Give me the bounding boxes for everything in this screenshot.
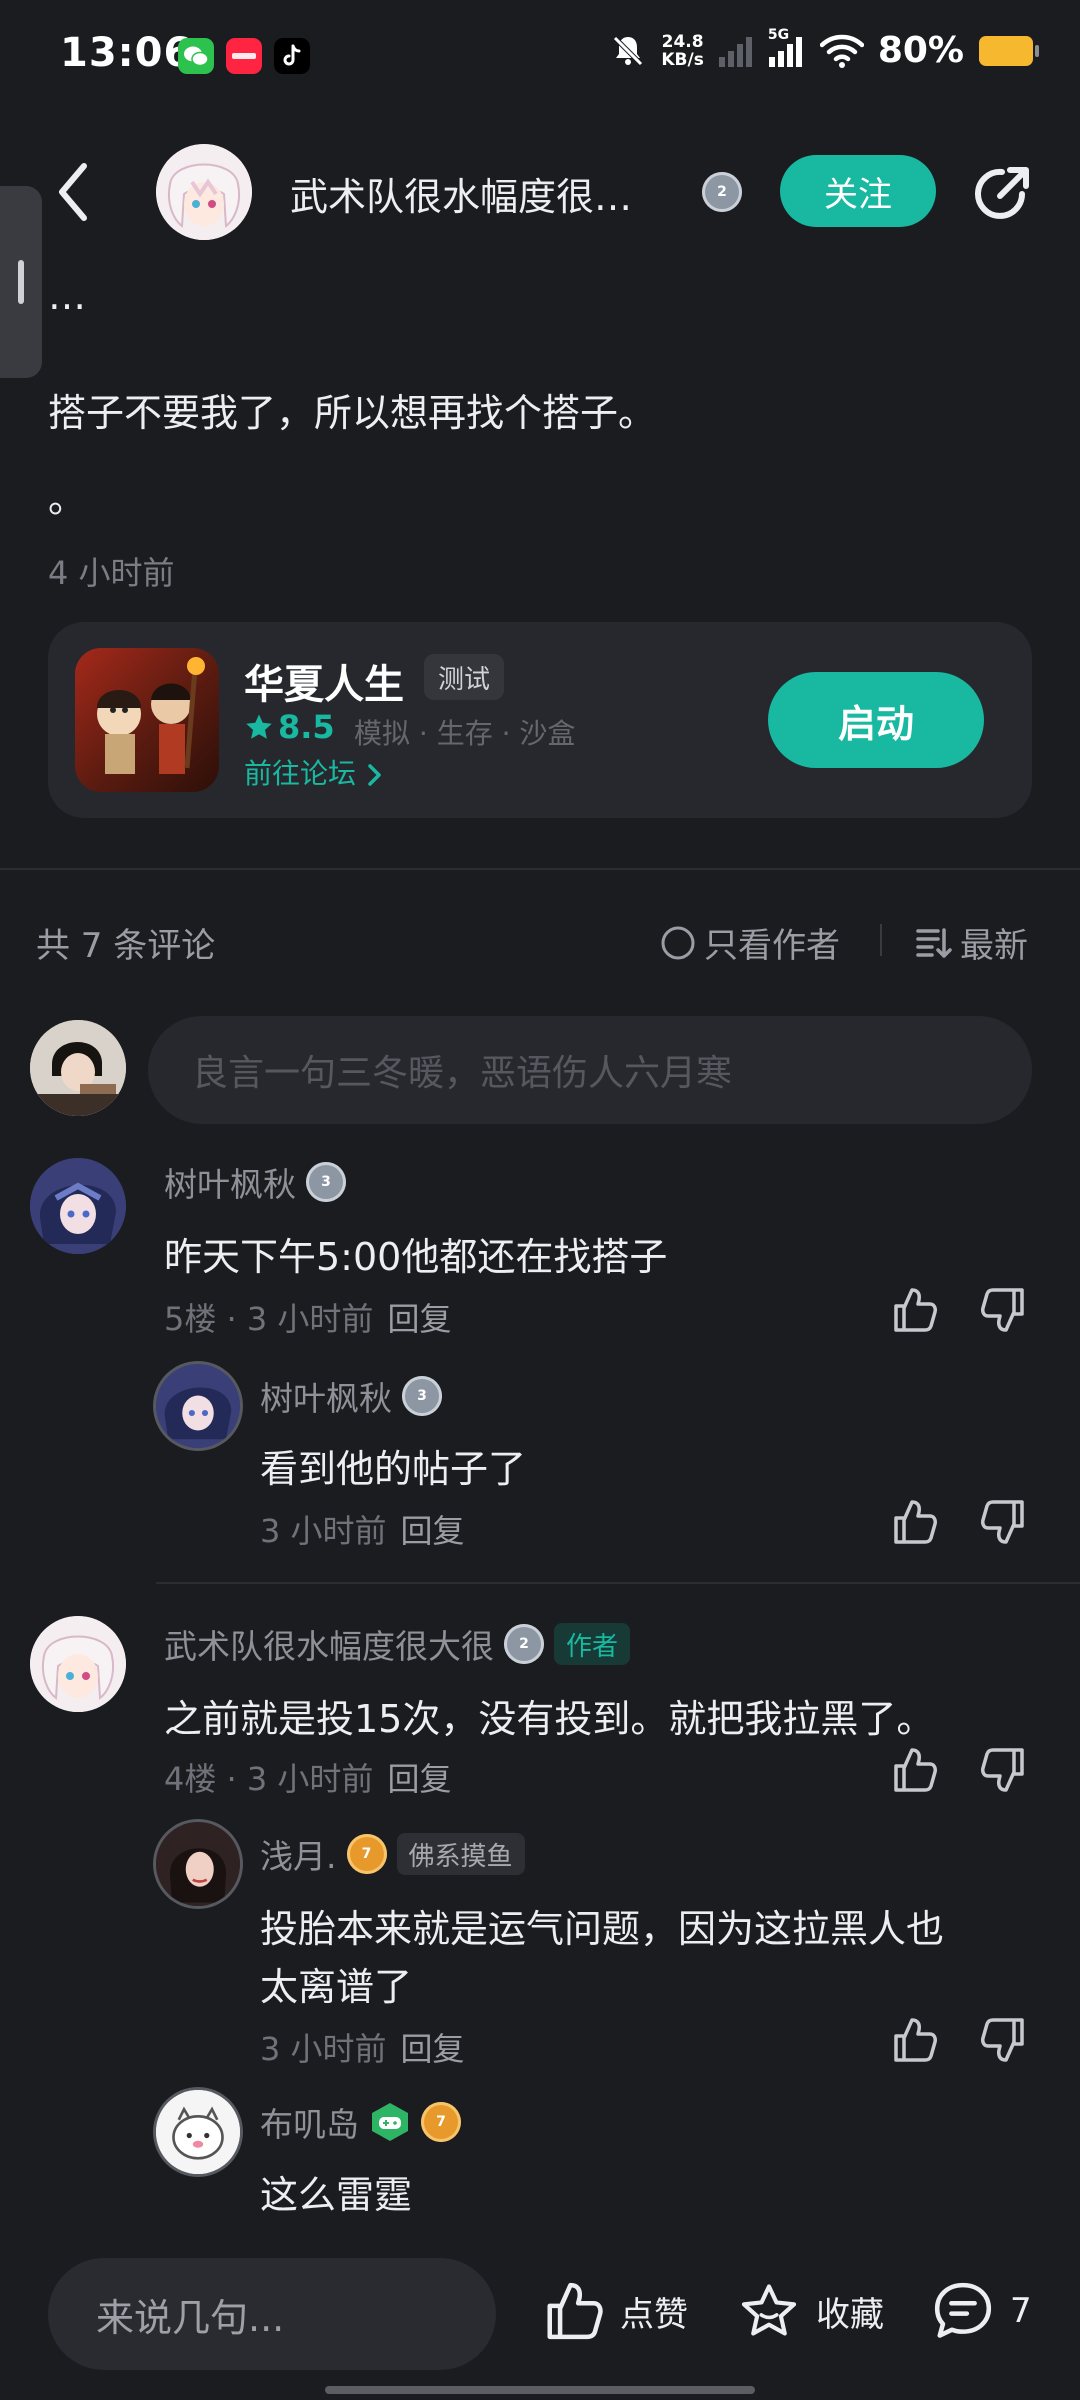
author-tag: 作者	[554, 1623, 631, 1665]
star-icon	[244, 712, 274, 742]
xiaohongshu-icon	[226, 38, 262, 74]
comment-input[interactable]: 良言一句三冬暖，恶语伤人六月寒	[148, 1016, 1032, 1124]
battery-percent: 80%	[877, 30, 964, 71]
level-badge-icon: 2	[702, 172, 742, 212]
reply-username[interactable]: 布叽岛 7	[260, 2098, 461, 2146]
net-speed: 24.8 KB/s	[661, 31, 704, 70]
share-icon[interactable]	[970, 160, 1036, 226]
like-thumb-icon	[540, 2280, 606, 2342]
comment-count: 共 7 条评论	[36, 926, 216, 966]
dislike-thumb-icon[interactable]	[980, 1498, 1028, 1546]
chevron-right-icon	[365, 762, 385, 788]
like-thumb-icon[interactable]	[890, 1498, 938, 1546]
reply-username[interactable]: 树叶枫秋 3	[260, 1372, 442, 1420]
tiktok-icon	[274, 38, 310, 74]
sort-icon	[916, 926, 952, 960]
game-genres: 模拟 · 生存 · 沙盒	[354, 717, 576, 750]
like-thumb-icon[interactable]	[890, 1286, 938, 1334]
level-badge-icon: 7	[346, 1834, 387, 1874]
author-avatar[interactable]	[156, 144, 252, 240]
post-body-dot: 。	[48, 477, 87, 521]
follow-button[interactable]: 关注	[780, 155, 936, 227]
level-badge-icon: 7	[421, 2102, 461, 2142]
gamepad-badge-icon	[369, 2101, 411, 2143]
battery-icon	[978, 35, 1040, 67]
back-chevron-icon[interactable]	[56, 160, 92, 224]
comment-bubble-icon	[930, 2280, 996, 2342]
user-title-tag: 佛系摸鱼	[396, 1833, 525, 1875]
sort-latest-button[interactable]: 最新	[916, 918, 1028, 967]
reply-username[interactable]: 浅月. 7 佛系摸鱼	[260, 1830, 525, 1878]
side-edge-handle[interactable]	[0, 186, 42, 378]
dislike-thumb-icon[interactable]	[980, 1286, 1028, 1334]
reply-text-continued: 太离谱了	[260, 1965, 413, 2009]
post-ellipsis: …	[48, 274, 86, 318]
dislike-thumb-icon[interactable]	[980, 1746, 1028, 1794]
comment-text: 昨天下午5:00他都还在找搭子	[164, 1235, 668, 1279]
reply-text: 投胎本来就是运气问题，因为这拉黑人也	[260, 1907, 945, 1951]
bottom-comment-input[interactable]: 来说几句...	[48, 2258, 496, 2370]
reply-avatar[interactable]	[156, 1364, 240, 1448]
comment-meta: 5楼 · 3 小时前 回复	[164, 1300, 452, 1338]
game-score: 8.5	[244, 708, 335, 746]
reply-text: 这么雷霆	[260, 2173, 413, 2217]
like-thumb-icon[interactable]	[890, 2016, 938, 2064]
test-tag: 测试	[424, 654, 505, 700]
game-name[interactable]: 华夏人生	[244, 652, 404, 710]
reply-button[interactable]: 回复	[387, 1300, 451, 1338]
post-body: 搭子不要我了，所以想再找个搭子。	[48, 391, 657, 435]
signal-5g-icon: 5G	[768, 27, 806, 67]
level-badge-icon: 2	[504, 1624, 544, 1664]
mute-bell-icon	[609, 32, 647, 70]
reply-meta: 3 小时前 回复	[260, 1512, 465, 1550]
post-time: 4 小时前	[48, 554, 175, 592]
like-thumb-icon[interactable]	[890, 1746, 938, 1794]
author-only-toggle[interactable]: 只看作者	[660, 918, 840, 967]
reply-button[interactable]: 回复	[401, 1512, 465, 1550]
radio-circle-icon	[660, 925, 696, 961]
comment-meta: 4楼 · 3 小时前 回复	[164, 1760, 452, 1798]
star-outline-icon	[736, 2280, 802, 2342]
reply-button[interactable]: 回复	[401, 2030, 465, 2068]
like-button[interactable]: 点赞	[540, 2280, 688, 2342]
home-indicator[interactable]	[325, 2386, 755, 2394]
my-avatar[interactable]	[30, 1020, 126, 1116]
comment-text: 之前就是投15次，没有投到。就把我拉黑了。	[164, 1697, 935, 1741]
signal-weak-icon	[718, 35, 754, 67]
comment-divider	[156, 1582, 1080, 1584]
comment-username[interactable]: 树叶枫秋 3	[164, 1158, 346, 1206]
game-icon[interactable]	[75, 648, 219, 792]
comments-button[interactable]: 7	[930, 2280, 1032, 2342]
comment-avatar[interactable]	[30, 1616, 126, 1712]
wechat-icon	[178, 38, 214, 74]
status-indicators: 24.8 KB/s 5G 80%	[609, 27, 1040, 71]
reply-avatar[interactable]	[156, 1822, 240, 1906]
launch-button[interactable]: 启动	[768, 672, 984, 768]
reply-text: 看到他的帖子了	[260, 1447, 527, 1491]
reply-button[interactable]: 回复	[387, 1760, 451, 1798]
comment-username[interactable]: 武术队很水幅度很大很 2 作者	[164, 1620, 631, 1668]
comment-avatar[interactable]	[30, 1158, 126, 1254]
filter-divider	[880, 924, 882, 956]
status-time: 13:06	[60, 30, 193, 76]
favorite-button[interactable]: 收藏	[736, 2280, 884, 2342]
forum-link[interactable]: 前往论坛	[244, 752, 385, 792]
reply-meta: 3 小时前 回复	[260, 2030, 465, 2068]
level-badge-icon: 3	[402, 1376, 442, 1416]
section-divider	[0, 868, 1080, 870]
dislike-thumb-icon[interactable]	[980, 2016, 1028, 2064]
level-badge-icon: 3	[306, 1162, 346, 1202]
post-author-title[interactable]: 武术队很水幅度很…	[290, 166, 632, 221]
wifi-icon	[819, 34, 864, 68]
reply-avatar[interactable]	[156, 2090, 240, 2174]
